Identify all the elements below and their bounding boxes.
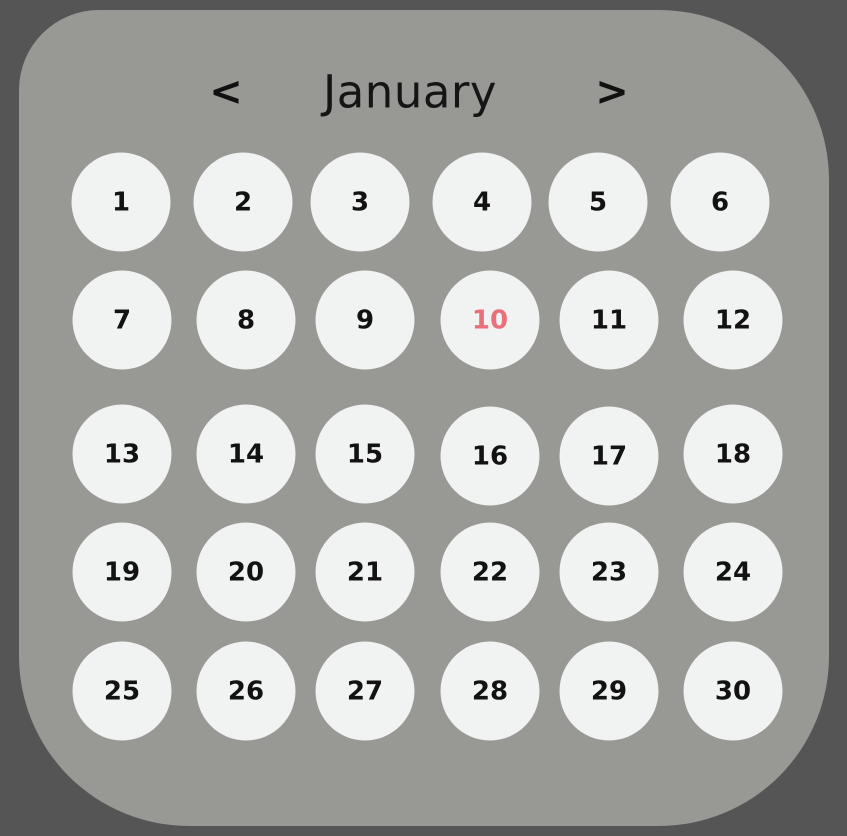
day-14[interactable]: 14 [196, 404, 296, 504]
day-7[interactable]: 7 [72, 270, 172, 370]
day-25[interactable]: 25 [72, 641, 172, 741]
day-21[interactable]: 21 [315, 522, 415, 622]
day-13[interactable]: 13 [72, 404, 172, 504]
day-17[interactable]: 17 [559, 406, 659, 506]
day-8[interactable]: 8 [196, 270, 296, 370]
day-27[interactable]: 27 [315, 641, 415, 741]
day-3[interactable]: 3 [310, 152, 410, 252]
day-1[interactable]: 1 [71, 152, 171, 252]
day-4[interactable]: 4 [432, 152, 532, 252]
day-19[interactable]: 19 [72, 522, 172, 622]
day-24[interactable]: 24 [683, 522, 783, 622]
day-11[interactable]: 11 [559, 270, 659, 370]
day-16[interactable]: 16 [440, 406, 540, 506]
day-2[interactable]: 2 [193, 152, 293, 252]
day-29[interactable]: 29 [559, 641, 659, 741]
day-18[interactable]: 18 [683, 404, 783, 504]
day-9[interactable]: 9 [315, 270, 415, 370]
day-12[interactable]: 12 [683, 270, 783, 370]
day-22[interactable]: 22 [440, 522, 540, 622]
day-10-today[interactable]: 10 [440, 270, 540, 370]
next-month-button[interactable]: > [595, 72, 629, 112]
day-26[interactable]: 26 [196, 641, 296, 741]
day-5[interactable]: 5 [548, 152, 648, 252]
day-30[interactable]: 30 [683, 641, 783, 741]
day-15[interactable]: 15 [315, 404, 415, 504]
month-title: January [322, 65, 498, 119]
prev-month-button[interactable]: < [209, 72, 243, 112]
day-23[interactable]: 23 [559, 522, 659, 622]
day-28[interactable]: 28 [440, 641, 540, 741]
day-20[interactable]: 20 [196, 522, 296, 622]
day-6[interactable]: 6 [670, 152, 770, 252]
